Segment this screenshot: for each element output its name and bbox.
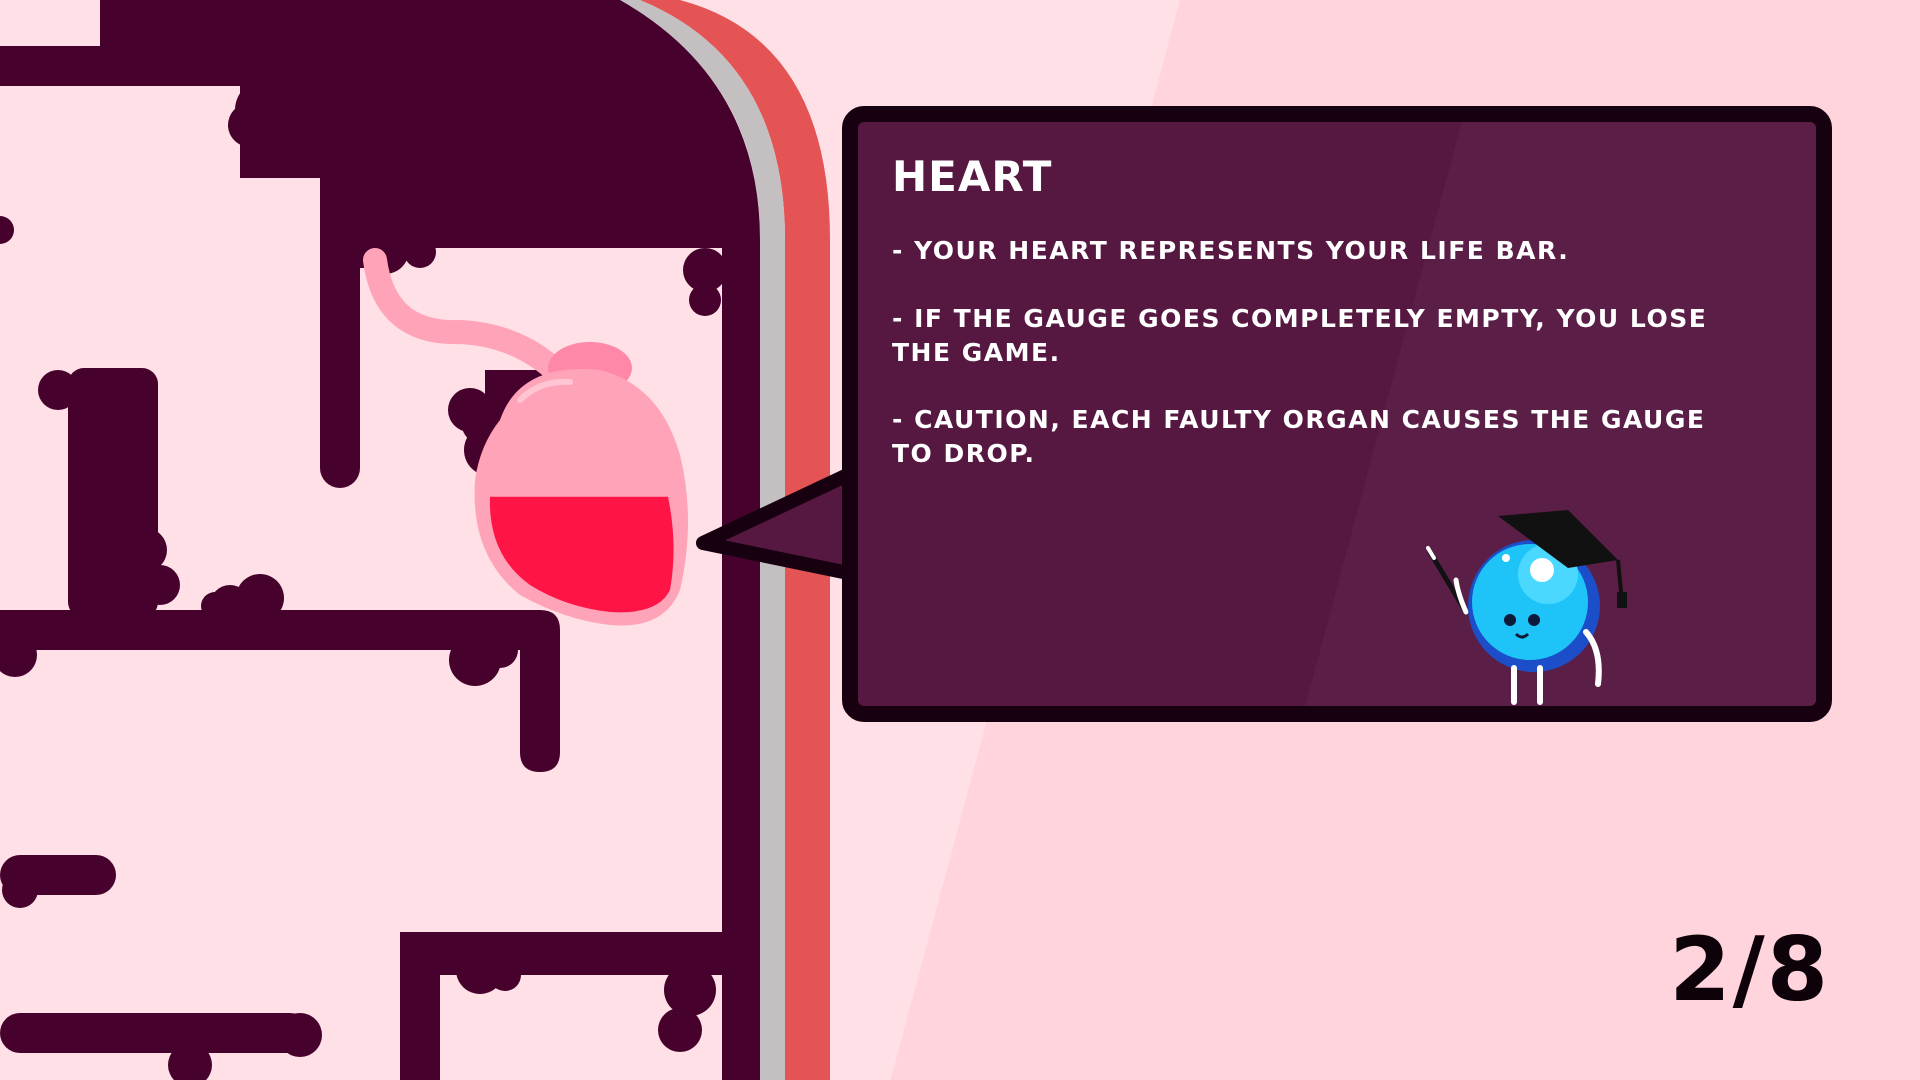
rule-text: - YOUR HEART REPRESENTS YOUR LIFE BAR. <box>892 236 1570 265</box>
maze-wall-floor <box>0 1013 310 1053</box>
panel-title: HEART <box>892 152 1053 201</box>
maze-wall-middle <box>0 610 560 772</box>
maze-wall-post <box>68 368 158 618</box>
artery-tube <box>363 248 572 387</box>
rule-text: - IF THE GAUGE GOES COMPLETELY EMPTY, YO… <box>892 304 1708 367</box>
page-counter: 2/8 <box>1669 918 1830 1021</box>
maze-wall-short <box>0 855 116 895</box>
rule-text: - CAUTION, EACH FAULTY ORGAN CAUSES THE … <box>892 405 1706 468</box>
maze-wall-pillar <box>320 170 360 488</box>
graduate-blob-icon <box>1426 510 1627 705</box>
tutorial-panel: HEART - YOUR HEART REPRESENTS YOUR LIFE … <box>842 106 1832 722</box>
heart-gauge <box>489 496 674 613</box>
